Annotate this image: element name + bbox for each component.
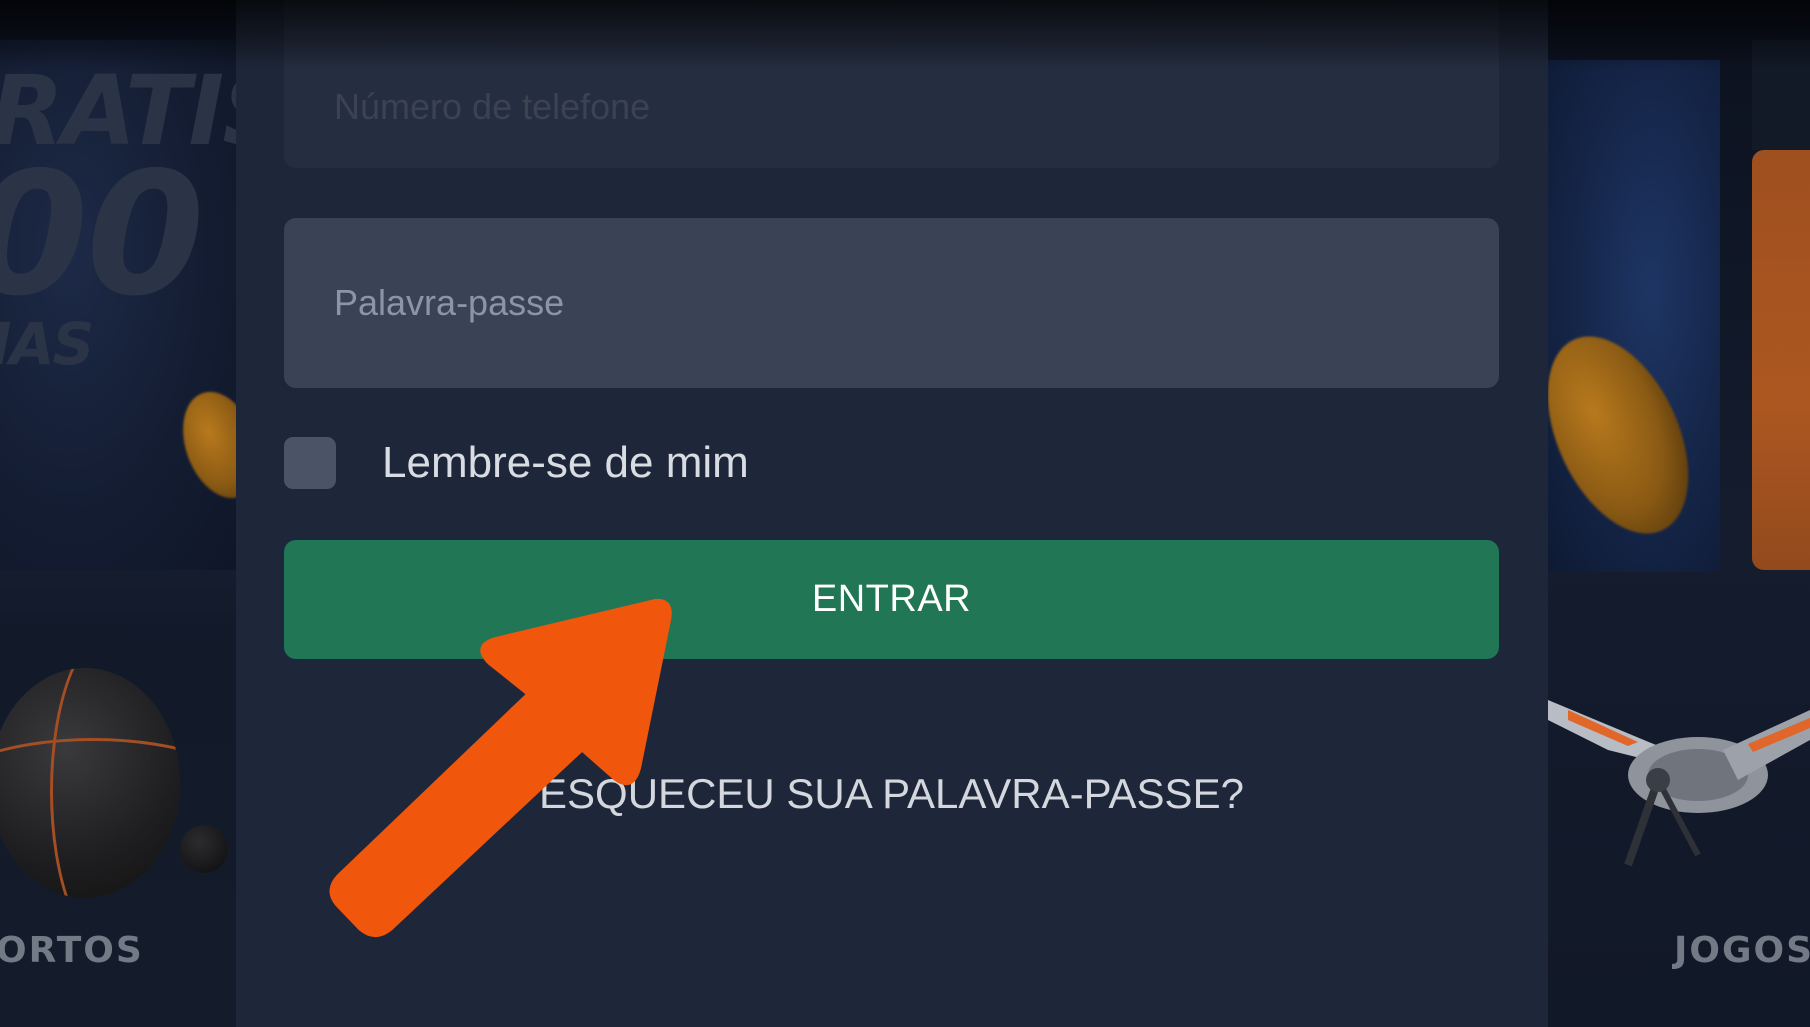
background-right-cards: JOGOS — [1548, 0, 1810, 1027]
promo-text-line-2: 00 I — [0, 136, 236, 334]
login-button-label: ENTRAR — [811, 578, 972, 620]
small-ball-image — [180, 825, 228, 873]
basketball-image — [0, 668, 180, 898]
password-input[interactable]: Palavra-passe — [284, 218, 1499, 388]
phone-number-placeholder: Número de telefone — [334, 86, 651, 127]
password-placeholder: Palavra-passe — [334, 282, 565, 323]
sports-card-label[interactable]: ORTOS — [0, 930, 144, 971]
remember-me-checkbox[interactable] — [284, 437, 336, 489]
promo-banner-orange[interactable] — [1752, 150, 1810, 570]
promo-text-line-3: IAS — [0, 310, 94, 378]
airplane-image — [1548, 700, 1810, 867]
background-left-cards: RATIS 00 I IAS ORTOS — [0, 0, 236, 1027]
remember-me-label[interactable]: Lembre-se de mim — [382, 438, 749, 488]
games-card-label[interactable]: JOGOS — [1674, 930, 1810, 971]
remember-me-row[interactable]: Lembre-se de mim — [284, 437, 749, 489]
screen: RATIS 00 I IAS ORTOS JOGOS — [0, 0, 1810, 1027]
phone-number-input[interactable]: Número de telefone — [284, 0, 1499, 168]
banner-dark-strip — [1752, 40, 1810, 150]
annotation-arrow-icon — [329, 598, 672, 937]
